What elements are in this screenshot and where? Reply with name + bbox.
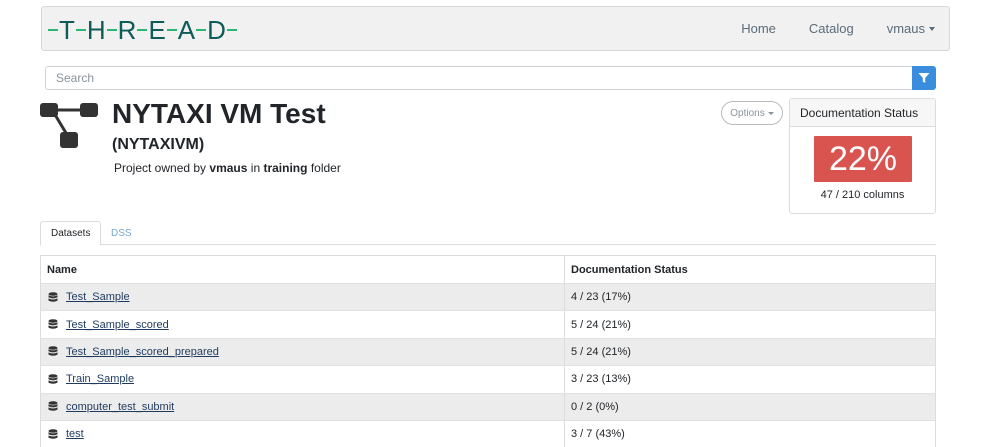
dataset-doc-status: 3 / 23 (13%) [571, 373, 631, 386]
dataset-doc-status: 4 / 23 (17%) [571, 291, 631, 304]
table-row: test 3 / 7 (43%) [41, 420, 935, 447]
filter-icon [918, 73, 930, 83]
tab-dss[interactable]: DSS [101, 221, 142, 245]
doc-status-percent: 22% [814, 136, 912, 182]
thread-logo[interactable]: T H R E A D [47, 15, 238, 45]
top-navbar: T H R E A D Home Catalog vmaus [41, 6, 950, 51]
table-row: computer_test_submit 0 / 2 (0%) [41, 393, 935, 421]
caret-down-icon [929, 27, 935, 31]
logo-letter: E [148, 14, 166, 45]
logo-letter: H [86, 14, 106, 45]
table-row: Test_Sample_scored_prepared 5 / 24 (21%) [41, 338, 935, 367]
logo-letter: R [117, 14, 137, 45]
options-label: Options [730, 107, 765, 119]
doc-status-columns: 47 / 210 columns [820, 189, 905, 201]
project-owner-line: Project owned by vmaus in training folde… [114, 161, 341, 175]
doc-status-header: Documentation Status [790, 99, 935, 127]
documentation-status-card: Documentation Status 22% 47 / 210 column… [789, 98, 936, 214]
logo-letter: A [177, 14, 196, 45]
owner-name: vmaus [209, 161, 248, 175]
owner-mid: in [250, 161, 261, 175]
search-input[interactable] [45, 66, 913, 90]
table-row: Test_Sample 4 / 23 (17%) [41, 284, 935, 312]
table-row: Test_Sample_scored 5 / 24 (21%) [41, 311, 935, 339]
project-icon [40, 103, 98, 148]
filter-button[interactable] [912, 66, 936, 90]
dataset-doc-status: 5 / 24 (21%) [571, 318, 631, 331]
table-header-row: Name Documentation Status [41, 256, 935, 284]
user-menu-dropdown[interactable]: vmaus [887, 21, 935, 36]
nav-home-link[interactable]: Home [741, 21, 776, 36]
database-icon [48, 428, 58, 439]
dataset-link[interactable]: Test_Sample_scored [66, 319, 169, 331]
dataset-link[interactable]: computer_test_submit [66, 401, 174, 413]
database-icon [48, 291, 58, 302]
folder-name: training [263, 161, 308, 175]
user-menu-label: vmaus [886, 21, 925, 36]
database-icon [48, 319, 58, 329]
options-button[interactable]: Options [721, 101, 783, 125]
database-icon [48, 374, 58, 384]
database-icon [48, 401, 58, 412]
logo-letter: T [59, 14, 75, 45]
dataset-link[interactable]: Test_Sample_scored_prepared [66, 346, 219, 358]
dataset-link[interactable]: Train_Sample [66, 373, 134, 385]
owner-prefix: Project owned by [114, 161, 207, 175]
tab-bar: Datasets DSS [40, 221, 936, 246]
column-header-name[interactable]: Name [41, 256, 565, 283]
project-title: NYTAXI VM Test [112, 98, 326, 129]
dataset-doc-status: 0 / 2 (0%) [571, 400, 619, 413]
project-key: (NYTAXIVM) [112, 136, 205, 153]
dataset-link[interactable]: Test_Sample [66, 291, 130, 303]
column-header-doc-status[interactable]: Documentation Status [565, 256, 935, 283]
dataset-doc-status: 3 / 7 (43%) [571, 428, 625, 441]
table-row: Train_Sample 3 / 23 (13%) [41, 366, 935, 394]
search-bar [45, 66, 936, 90]
dataset-link[interactable]: test [66, 428, 84, 440]
tab-datasets[interactable]: Datasets [40, 221, 102, 246]
logo-letter: D [207, 14, 226, 45]
nav-catalog-link[interactable]: Catalog [809, 21, 854, 36]
datasets-table: Name Documentation Status Test_Sample 4 … [40, 255, 936, 447]
database-icon [48, 346, 58, 357]
dataset-doc-status: 5 / 24 (21%) [571, 345, 631, 358]
owner-suffix: folder [310, 161, 341, 175]
caret-down-icon [767, 111, 774, 115]
